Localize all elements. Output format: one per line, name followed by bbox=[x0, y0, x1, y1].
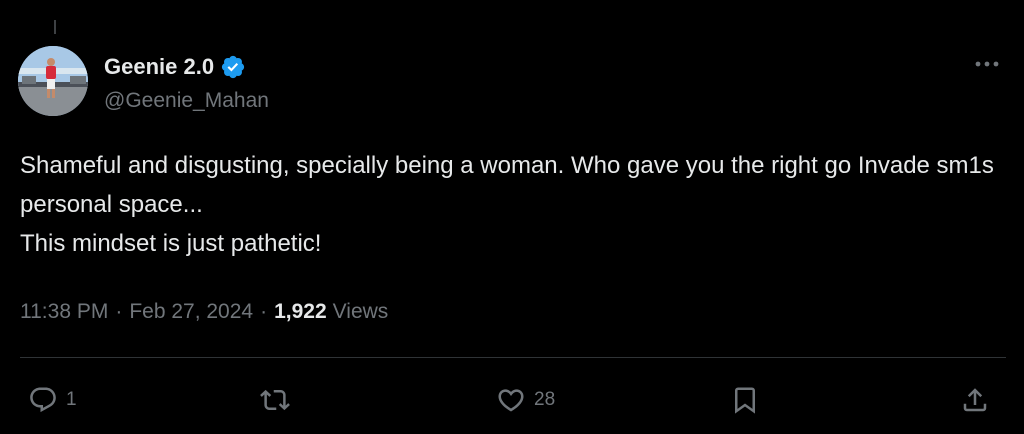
share-icon bbox=[960, 385, 990, 415]
heart-icon bbox=[496, 385, 526, 415]
tweet-meta: 11:38 PM · Feb 27, 2024 · 1,922 Views bbox=[20, 296, 388, 328]
name-row: Geenie 2.0 bbox=[104, 50, 269, 84]
user-info: Geenie 2.0 @Geenie_Mahan bbox=[104, 50, 269, 116]
action-bar: 1 28 bbox=[20, 378, 1006, 422]
reply-icon bbox=[28, 385, 58, 415]
more-options-icon[interactable] bbox=[972, 52, 1002, 76]
user-handle[interactable]: @Geenie_Mahan bbox=[104, 86, 269, 116]
thread-connector-line bbox=[54, 20, 56, 34]
tweet-header: Geenie 2.0 @Geenie_Mahan bbox=[18, 46, 1006, 118]
reply-count: 1 bbox=[66, 389, 77, 410]
display-name[interactable]: Geenie 2.0 bbox=[104, 52, 214, 82]
divider bbox=[20, 357, 1006, 358]
share-button[interactable] bbox=[960, 378, 990, 422]
bookmark-button[interactable] bbox=[730, 378, 760, 422]
tweet-text: Shameful and disgusting, specially being… bbox=[20, 152, 994, 257]
like-count: 28 bbox=[534, 389, 556, 410]
views-label[interactable]: Views bbox=[333, 296, 389, 328]
meta-separator: · bbox=[260, 300, 268, 323]
tweet-date[interactable]: Feb 27, 2024 bbox=[129, 296, 253, 328]
meta-separator: · bbox=[115, 300, 123, 323]
tweet-time[interactable]: 11:38 PM bbox=[20, 296, 108, 328]
avatar-photo-icon bbox=[18, 46, 88, 116]
reply-button[interactable]: 1 bbox=[28, 378, 77, 422]
views-count[interactable]: 1,922 bbox=[274, 296, 327, 328]
repost-button[interactable] bbox=[260, 378, 298, 422]
repost-icon bbox=[260, 385, 290, 415]
avatar[interactable] bbox=[18, 46, 88, 116]
like-button[interactable]: 28 bbox=[496, 378, 555, 422]
verified-badge-icon[interactable] bbox=[220, 54, 246, 80]
bookmark-icon bbox=[730, 385, 760, 415]
